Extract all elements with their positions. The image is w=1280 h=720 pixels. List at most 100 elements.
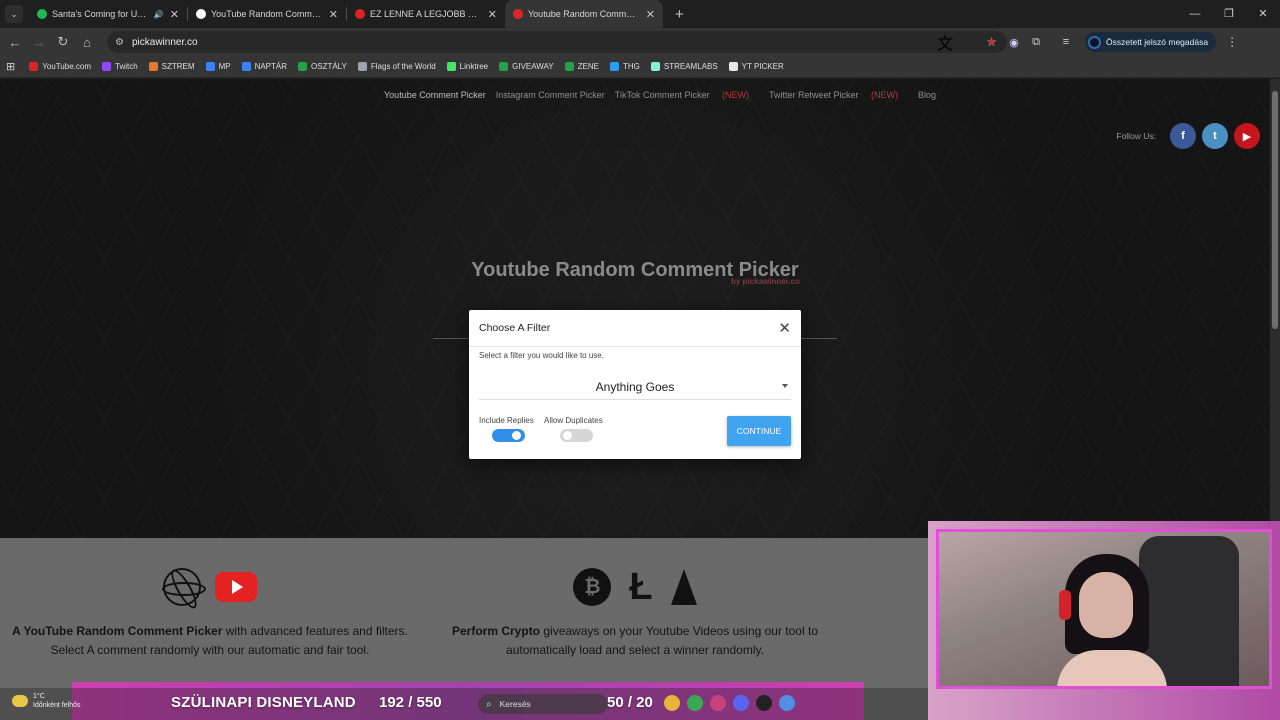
nav-blog[interactable]: Blog [918, 90, 936, 100]
bookmark-item[interactable]: YouTube.com [29, 62, 91, 71]
nav-tiktok-picker[interactable]: TikTok Comment Picker (NEW) [615, 90, 759, 100]
chrome-icon[interactable] [687, 695, 703, 711]
back-icon[interactable]: ← [3, 35, 27, 50]
close-window-icon[interactable]: ✕ [1246, 0, 1280, 28]
close-tab-icon[interactable]: ✕ [329, 8, 338, 21]
weather-text: 1°C Időnként felhős [33, 692, 80, 710]
profile-button[interactable]: Összetett jelszó megadása [1085, 32, 1217, 52]
bookmark-item[interactable]: SZTREM [148, 62, 195, 71]
litecoin-icon: Ł [629, 566, 653, 608]
dialog-title: Choose A Filter [479, 322, 551, 334]
filter-select[interactable]: Anything Goes [479, 374, 791, 400]
extensions-puzzle-icon[interactable]: ⧉ [1025, 36, 1047, 49]
bookmark-item[interactable]: THG [609, 62, 640, 71]
bookmark-item[interactable]: YT PICKER [728, 62, 784, 71]
forward-icon[interactable]: → [27, 35, 51, 50]
close-tab-icon[interactable]: ✕ [488, 8, 497, 21]
bookmark-item[interactable]: Flags of the World [357, 62, 436, 71]
new-tab-button[interactable]: + [675, 6, 684, 23]
bookmark-label: Twitch [115, 62, 138, 71]
facebook-icon[interactable]: f [1170, 123, 1196, 149]
nav-youtube-picker[interactable]: Youtube Comment Picker [384, 90, 486, 100]
nav-instagram-picker[interactable]: Instagram Comment Picker [496, 90, 605, 100]
toggle-track[interactable] [560, 429, 593, 442]
bookmark-item[interactable]: MP [205, 62, 231, 71]
bookmark-favicon-icon [148, 62, 158, 71]
reload-icon[interactable]: ↻ [51, 34, 75, 50]
app-icon[interactable] [710, 695, 726, 711]
youtube-icon [355, 9, 365, 19]
bookmark-item[interactable]: OSZTÁLY [298, 62, 347, 71]
bookmark-item[interactable]: GIVEAWAY [499, 62, 554, 71]
twitter-icon[interactable]: t [1202, 123, 1228, 149]
goal-title: SZÜLINAPI DISNEYLAND [171, 694, 356, 711]
window-controls: — ❐ ✕ [1178, 0, 1280, 28]
toggle-track[interactable] [492, 429, 525, 442]
continue-button[interactable]: CONTINUE [727, 416, 791, 446]
obs-icon[interactable] [756, 695, 772, 711]
address-bar[interactable]: ⚙ pickawinner.co ☆ [107, 31, 1007, 53]
include-replies-toggle[interactable]: Include Replies [479, 416, 534, 442]
page-title: Youtube Random Comment Picker [471, 259, 799, 281]
profile-label: Összetett jelszó megadása [1106, 37, 1209, 47]
weather-widget[interactable]: 1°C Időnként felhős [12, 692, 80, 710]
webcam-feed [936, 529, 1272, 689]
menu-icon[interactable]: ⋮ [1226, 35, 1238, 49]
nav-label: Twitter Retweet Picker [768, 90, 859, 100]
extension-icon[interactable]: ● [981, 36, 1003, 48]
goal-count: 192 / 550 [379, 694, 442, 711]
headphones-icon [1059, 590, 1071, 620]
feature-rest: with advanced features and filters. [222, 624, 408, 638]
site-info-icon[interactable]: ⚙ [115, 37, 124, 48]
close-tab-icon[interactable]: ✕ [646, 8, 655, 21]
reading-list-icon[interactable]: ≡ [1055, 36, 1077, 48]
bookmark-label: THG [622, 62, 640, 71]
scrollbar-thumb[interactable] [1272, 91, 1278, 329]
tab-2[interactable]: YouTube Random Comment Pic ✕ [188, 0, 346, 28]
file-explorer-icon[interactable] [664, 695, 680, 711]
tab-3[interactable]: EZ LENNE A LEGJOBB KARÁCSO ✕ [347, 0, 505, 28]
feature-text: A YouTube Random Comment Picker with adv… [8, 622, 412, 641]
feature-bold: Perform Crypto [452, 624, 541, 638]
close-icon[interactable]: ✕ [778, 319, 791, 337]
minimize-icon[interactable]: — [1178, 0, 1212, 28]
bookmark-item[interactable]: NAPTÁR [241, 62, 287, 71]
close-tab-icon[interactable]: ✕ [170, 8, 179, 21]
extension-icon[interactable]: ◉ [1003, 36, 1025, 49]
toggle-knob [512, 431, 521, 440]
restore-icon[interactable]: ❐ [1212, 0, 1246, 28]
tab-1[interactable]: Santa's Coming for Us • Sia 🔊 ✕ [29, 0, 187, 28]
translate-icon[interactable]: 文 [937, 30, 953, 54]
tab-search-button[interactable]: ⌄ [5, 5, 23, 23]
page-subtitle[interactable]: by pickawinner.co [731, 277, 800, 286]
youtube-icon[interactable]: ▶ [1234, 123, 1260, 149]
tab-4-active[interactable]: Youtube Random Comment Pic ✕ [505, 0, 663, 28]
taskbar-apps [664, 695, 802, 711]
dialog-description: Select a filter you would like to use. [479, 351, 604, 360]
taskbar-search[interactable]: ⌕ Keresés [478, 694, 608, 714]
feature-youtube: A YouTube Random Comment Picker with adv… [8, 566, 412, 660]
bookmark-item[interactable]: Twitch [102, 62, 138, 71]
apps-grid-icon[interactable]: ⊞ [6, 60, 15, 73]
bookmark-item[interactable]: STREAMLABS [650, 62, 718, 71]
dialog-footer: Include Replies Allow Duplicates CONTINU… [479, 416, 791, 450]
nav-twitter-picker[interactable]: Twitter Retweet Picker (NEW) [769, 90, 908, 100]
webcam-overlay [928, 521, 1280, 720]
avatar [1088, 35, 1102, 49]
bookmarks-bar: ⊞ YouTube.com Twitch SZTREM MP NAPTÁR OSZTÁLY… [0, 56, 1280, 78]
bitcoin-icon: ₿ [573, 568, 612, 606]
bookmark-favicon-icon [298, 62, 308, 71]
allow-duplicates-toggle[interactable]: Allow Duplicates [544, 416, 603, 442]
tab-title: Santa's Coming for Us • Sia [52, 9, 150, 19]
home-icon[interactable]: ⌂ [75, 35, 99, 50]
nav-label: TikTok Comment Picker [614, 90, 710, 100]
bookmark-item[interactable]: Linktree [446, 62, 488, 71]
chevron-down-icon [782, 384, 788, 388]
app-icon[interactable] [779, 695, 795, 711]
bookmark-favicon-icon [29, 62, 39, 71]
feature-icons [8, 566, 412, 608]
discord-icon[interactable] [733, 695, 749, 711]
speaker-icon[interactable]: 🔊 [154, 10, 164, 19]
bookmark-favicon-icon [728, 62, 738, 71]
bookmark-item[interactable]: ZENE [564, 62, 599, 71]
